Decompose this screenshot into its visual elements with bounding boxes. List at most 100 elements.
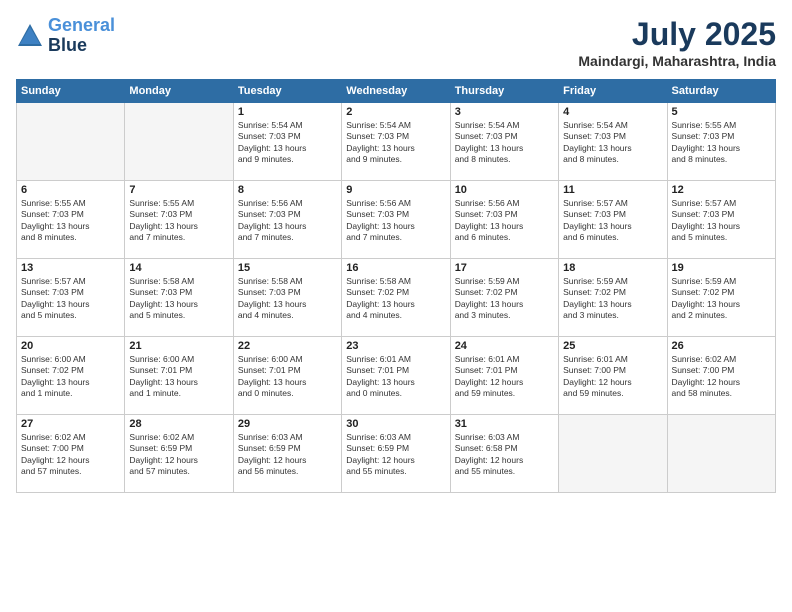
day-number: 13 [21, 262, 120, 274]
calendar-cell: 7 Sunrise: 5:55 AM Sunset: 7:03 PM Daylig… [125, 181, 233, 259]
day-number: 15 [238, 262, 337, 274]
day-number: 3 [455, 106, 554, 118]
day-info: Sunrise: 5:57 AM Sunset: 7:03 PM Dayligh… [563, 198, 662, 244]
calendar-cell: 27Sunrise: 6:02 AM Sunset: 7:00 PM Dayli… [17, 415, 125, 493]
week-row-1: 6 Sunrise: 5:55 AM Sunset: 7:03 PM Daylig… [17, 181, 776, 259]
calendar-cell: 24Sunrise: 6:01 AM Sunset: 7:01 PM Dayli… [450, 337, 558, 415]
weekday-header-wednesday: Wednesday [342, 80, 450, 103]
calendar-cell: 4Sunrise: 5:54 AM Sunset: 7:03 PM Daylig… [559, 103, 667, 181]
day-number: 29 [238, 418, 337, 430]
day-info: Sunrise: 5:55 AM Sunset: 7:03 PM Dayligh… [21, 198, 120, 244]
day-info: Sunrise: 5:56 AM Sunset: 7:03 PM Dayligh… [238, 198, 337, 244]
day-info: Sunrise: 6:00 AM Sunset: 7:01 PM Dayligh… [129, 354, 228, 400]
day-info: Sunrise: 5:57 AM Sunset: 7:03 PM Dayligh… [21, 276, 120, 322]
day-number: 21 [129, 340, 228, 352]
weekday-header-thursday: Thursday [450, 80, 558, 103]
weekday-header-friday: Friday [559, 80, 667, 103]
day-info: Sunrise: 6:00 AM Sunset: 7:01 PM Dayligh… [238, 354, 337, 400]
calendar-cell: 2Sunrise: 5:54 AM Sunset: 7:03 PM Daylig… [342, 103, 450, 181]
calendar-cell: 3 Sunrise: 5:54 AM Sunset: 7:03 PM Daylig… [450, 103, 558, 181]
calendar-cell: 8 Sunrise: 5:56 AM Sunset: 7:03 PM Daylig… [233, 181, 341, 259]
logo-icon [16, 22, 44, 50]
day-number: 22 [238, 340, 337, 352]
week-row-0: 1 Sunrise: 5:54 AM Sunset: 7:03 PM Daylig… [17, 103, 776, 181]
day-number: 27 [21, 418, 120, 430]
day-number: 6 [21, 184, 120, 196]
weekday-header-monday: Monday [125, 80, 233, 103]
day-number: 30 [346, 418, 445, 430]
day-number: 25 [563, 340, 662, 352]
calendar-cell: 11 Sunrise: 5:57 AM Sunset: 7:03 PM Dayli… [559, 181, 667, 259]
day-info: Sunrise: 6:03 AM Sunset: 6:59 PM Dayligh… [238, 432, 337, 478]
day-number: 2 [346, 106, 445, 118]
week-row-4: 27Sunrise: 6:02 AM Sunset: 7:00 PM Dayli… [17, 415, 776, 493]
day-number: 14 [129, 262, 228, 274]
day-number: 17 [455, 262, 554, 274]
weekday-header-row: SundayMondayTuesdayWednesdayThursdayFrid… [17, 80, 776, 103]
day-info: Sunrise: 5:58 AM Sunset: 7:03 PM Dayligh… [238, 276, 337, 322]
day-number: 20 [21, 340, 120, 352]
day-number: 26 [672, 340, 771, 352]
day-info: Sunrise: 5:54 AM Sunset: 7:03 PM Dayligh… [455, 120, 554, 166]
day-number: 19 [672, 262, 771, 274]
day-info: Sunrise: 5:59 AM Sunset: 7:02 PM Dayligh… [672, 276, 771, 322]
day-info: Sunrise: 5:57 AM Sunset: 7:03 PM Dayligh… [672, 198, 771, 244]
calendar-cell: 18 Sunrise: 5:59 AM Sunset: 7:02 PM Dayli… [559, 259, 667, 337]
calendar-cell: 14 Sunrise: 5:58 AM Sunset: 7:03 PM Dayli… [125, 259, 233, 337]
page: General Blue July 2025 Maindargi, Mahara… [0, 0, 792, 612]
calendar-cell: 13 Sunrise: 5:57 AM Sunset: 7:03 PM Dayli… [17, 259, 125, 337]
calendar-cell: 29 Sunrise: 6:03 AM Sunset: 6:59 PM Dayli… [233, 415, 341, 493]
calendar-cell: 28Sunrise: 6:02 AM Sunset: 6:59 PM Dayli… [125, 415, 233, 493]
month-title: July 2025 [578, 16, 776, 53]
logo-text: General Blue [48, 16, 115, 56]
day-number: 10 [455, 184, 554, 196]
calendar-cell: 25 Sunrise: 6:01 AM Sunset: 7:00 PM Dayli… [559, 337, 667, 415]
day-number: 8 [238, 184, 337, 196]
day-number: 12 [672, 184, 771, 196]
day-info: Sunrise: 6:03 AM Sunset: 6:59 PM Dayligh… [346, 432, 445, 478]
calendar-cell: 16 Sunrise: 5:58 AM Sunset: 7:02 PM Dayli… [342, 259, 450, 337]
calendar-cell: 9Sunrise: 5:56 AM Sunset: 7:03 PM Daylig… [342, 181, 450, 259]
location: Maindargi, Maharashtra, India [578, 53, 776, 69]
day-number: 7 [129, 184, 228, 196]
day-number: 5 [672, 106, 771, 118]
day-number: 1 [238, 106, 337, 118]
calendar-cell [17, 103, 125, 181]
weekday-header-saturday: Saturday [667, 80, 775, 103]
day-info: Sunrise: 5:54 AM Sunset: 7:03 PM Dayligh… [238, 120, 337, 166]
weekday-header-sunday: Sunday [17, 80, 125, 103]
calendar-cell: 6 Sunrise: 5:55 AM Sunset: 7:03 PM Daylig… [17, 181, 125, 259]
day-number: 24 [455, 340, 554, 352]
day-info: Sunrise: 6:00 AM Sunset: 7:02 PM Dayligh… [21, 354, 120, 400]
calendar-table: SundayMondayTuesdayWednesdayThursdayFrid… [16, 79, 776, 493]
day-info: Sunrise: 6:01 AM Sunset: 7:01 PM Dayligh… [346, 354, 445, 400]
weekday-header-tuesday: Tuesday [233, 80, 341, 103]
logo: General Blue [16, 16, 115, 56]
day-number: 16 [346, 262, 445, 274]
day-info: Sunrise: 6:02 AM Sunset: 6:59 PM Dayligh… [129, 432, 228, 478]
week-row-2: 13 Sunrise: 5:57 AM Sunset: 7:03 PM Dayli… [17, 259, 776, 337]
header: General Blue July 2025 Maindargi, Mahara… [16, 16, 776, 69]
calendar-cell: 19 Sunrise: 5:59 AM Sunset: 7:02 PM Dayli… [667, 259, 775, 337]
calendar-cell [125, 103, 233, 181]
calendar-cell: 5Sunrise: 5:55 AM Sunset: 7:03 PM Daylig… [667, 103, 775, 181]
day-info: Sunrise: 6:01 AM Sunset: 7:00 PM Dayligh… [563, 354, 662, 400]
day-number: 18 [563, 262, 662, 274]
day-info: Sunrise: 6:02 AM Sunset: 7:00 PM Dayligh… [672, 354, 771, 400]
calendar-cell [667, 415, 775, 493]
day-number: 4 [563, 106, 662, 118]
day-info: Sunrise: 5:55 AM Sunset: 7:03 PM Dayligh… [129, 198, 228, 244]
calendar-cell [559, 415, 667, 493]
week-row-3: 20 Sunrise: 6:00 AM Sunset: 7:02 PM Dayli… [17, 337, 776, 415]
day-number: 11 [563, 184, 662, 196]
calendar-cell: 26 Sunrise: 6:02 AM Sunset: 7:00 PM Dayli… [667, 337, 775, 415]
calendar-cell: 23Sunrise: 6:01 AM Sunset: 7:01 PM Dayli… [342, 337, 450, 415]
calendar-cell: 31Sunrise: 6:03 AM Sunset: 6:58 PM Dayli… [450, 415, 558, 493]
day-info: Sunrise: 5:58 AM Sunset: 7:03 PM Dayligh… [129, 276, 228, 322]
day-info: Sunrise: 5:59 AM Sunset: 7:02 PM Dayligh… [455, 276, 554, 322]
calendar-cell: 17 Sunrise: 5:59 AM Sunset: 7:02 PM Dayli… [450, 259, 558, 337]
day-info: Sunrise: 5:59 AM Sunset: 7:02 PM Dayligh… [563, 276, 662, 322]
day-number: 31 [455, 418, 554, 430]
day-info: Sunrise: 5:58 AM Sunset: 7:02 PM Dayligh… [346, 276, 445, 322]
calendar-cell: 12 Sunrise: 5:57 AM Sunset: 7:03 PM Dayli… [667, 181, 775, 259]
